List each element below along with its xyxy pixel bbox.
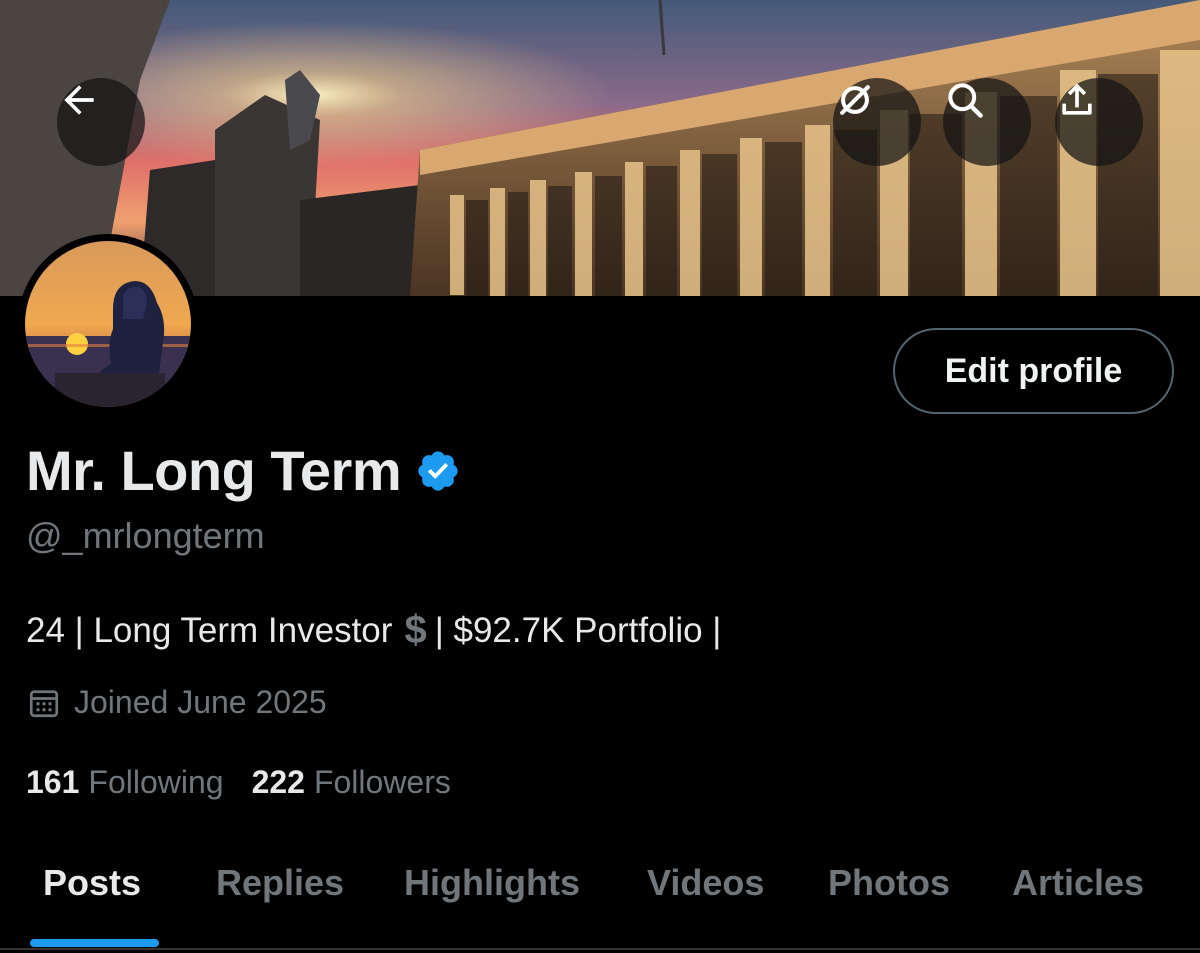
avatar-image <box>25 241 191 407</box>
followers-count: 222 <box>251 764 305 800</box>
search-icon <box>948 83 983 118</box>
tab-highlights[interactable]: Highlights <box>404 862 580 904</box>
profile-banner[interactable] <box>0 0 1200 296</box>
joined-date: Joined June 2025 <box>26 684 327 721</box>
dollar-icon: $ <box>404 608 427 652</box>
grok-button[interactable] <box>833 78 921 166</box>
bio-text-1: 24 | Long Term Investor <box>26 610 393 650</box>
following-link[interactable]: 161 Following <box>26 764 224 801</box>
divider <box>0 948 1200 950</box>
share-button[interactable] <box>1055 78 1143 166</box>
follow-stats: 161 Following 222 Followers <box>26 764 451 801</box>
followers-link[interactable]: 222 Followers <box>252 764 451 801</box>
grok-icon <box>840 85 870 115</box>
edit-profile-button[interactable]: Edit profile <box>893 328 1174 414</box>
display-name: Mr. Long Term <box>26 439 402 502</box>
tab-articles[interactable]: Articles <box>1012 862 1144 904</box>
bio: 24 | Long Term Investor $ | $92.7K Portf… <box>26 608 721 653</box>
joined-text: Joined June 2025 <box>74 684 327 720</box>
tab-posts[interactable]: Posts <box>43 862 141 904</box>
search-button[interactable] <box>943 78 1031 166</box>
bio-text-2: | $92.7K Portfolio | <box>434 610 722 650</box>
avatar[interactable] <box>18 234 198 414</box>
calendar-icon <box>29 689 59 717</box>
following-count: 161 <box>26 764 80 800</box>
profile-tabs: Posts Replies Highlights Videos Photos A… <box>0 832 1200 948</box>
handle: @_mrlongterm <box>26 515 265 556</box>
arrow-left-icon <box>64 85 94 115</box>
back-button[interactable] <box>57 78 145 166</box>
verified-badge-icon[interactable] <box>415 448 461 494</box>
tab-videos[interactable]: Videos <box>647 862 764 904</box>
tab-photos[interactable]: Photos <box>828 862 950 904</box>
following-label: Following <box>88 764 224 800</box>
tab-replies[interactable]: Replies <box>216 862 344 904</box>
name-row: Mr. Long Term <box>26 438 461 503</box>
active-tab-indicator <box>30 939 159 947</box>
followers-label: Followers <box>313 764 451 800</box>
share-icon <box>1062 83 1092 115</box>
